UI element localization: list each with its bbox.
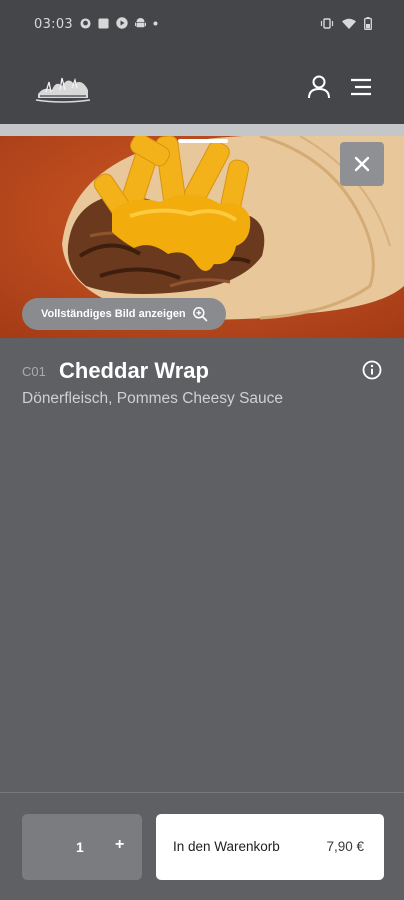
- zoom-in-icon: [193, 307, 208, 322]
- dot-icon: [153, 21, 158, 25]
- vibrate-icon: [320, 18, 334, 29]
- view-full-image-button[interactable]: Vollständiges Bild anzeigen: [22, 298, 226, 330]
- android-icon: [135, 18, 146, 28]
- close-button[interactable]: [340, 142, 384, 186]
- github-icon: [80, 17, 91, 29]
- battery-icon: [364, 17, 372, 30]
- add-to-cart-label: In den Warenkorb: [173, 839, 280, 854]
- quantity-increase-button[interactable]: +: [115, 836, 124, 854]
- status-bar: 03:03: [0, 0, 404, 50]
- status-icons-right: [320, 17, 372, 30]
- sheet-top-strip: [0, 124, 404, 136]
- sheet-drag-handle[interactable]: [178, 139, 228, 143]
- status-time: 03:03: [34, 17, 73, 32]
- menu-icon[interactable]: [349, 76, 373, 98]
- quantity-stepper[interactable]: 1 +: [22, 814, 142, 880]
- status-icons-left: [80, 17, 158, 29]
- app-header: [0, 50, 404, 124]
- wifi-icon: [342, 18, 356, 29]
- bottom-divider: [0, 792, 404, 793]
- product-description: Dönerfleisch, Pommes Cheesy Sauce: [22, 390, 284, 407]
- restaurant-logo[interactable]: [32, 66, 94, 106]
- product-name: Cheddar Wrap: [59, 358, 209, 383]
- add-to-cart-button[interactable]: In den Warenkorb 7,90 €: [156, 814, 384, 880]
- close-icon: [354, 156, 370, 172]
- product-code: C01: [22, 364, 46, 379]
- play-icon: [116, 17, 128, 29]
- view-full-image-label: Vollständiges Bild anzeigen: [41, 308, 186, 320]
- product-price: 7,90 €: [326, 839, 364, 854]
- info-icon[interactable]: [362, 360, 382, 380]
- quantity-value: 1: [76, 839, 84, 855]
- user-icon[interactable]: [306, 74, 332, 100]
- square-icon: [98, 17, 109, 29]
